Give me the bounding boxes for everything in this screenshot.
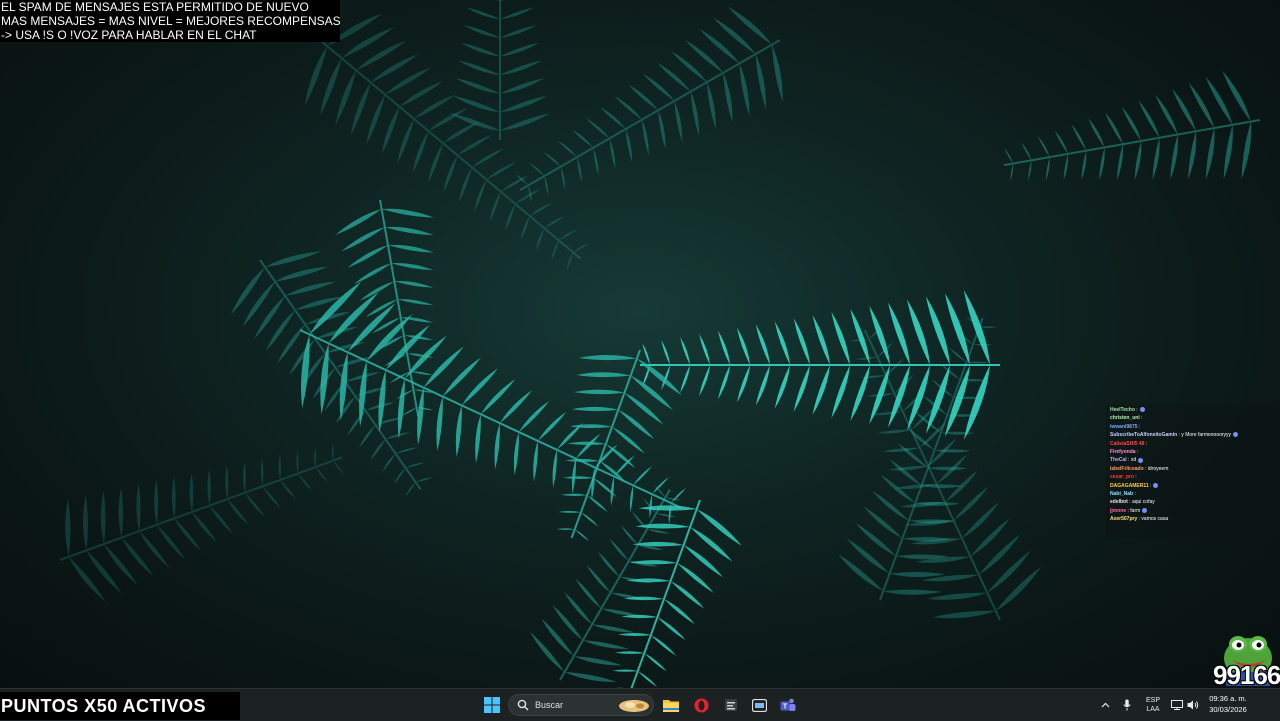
chat-text: : vamos casa: [1137, 516, 1169, 523]
counter-value: 99166: [1213, 660, 1280, 690]
overlay-line-1: EL SPAM DE MENSAJES ESTA PERMITIDO DE NU…: [1, 0, 309, 14]
chat-overlay: HeelTecho : christen_uni : iwwani9875 : Sub…: [1106, 404, 1280, 538]
chat-username: christen_uni: [1110, 415, 1140, 422]
volume-icon[interactable]: [1186, 689, 1200, 721]
chat-message: edelbot : aqui cofay: [1110, 498, 1276, 506]
windows-start-icon[interactable]: [481, 693, 503, 717]
chat-message: TheCal : xd: [1110, 456, 1276, 464]
chat-text: :: [1133, 491, 1136, 498]
emote-icon: [1142, 508, 1148, 514]
chat-message: HeelTecho :: [1110, 406, 1276, 414]
search-placeholder: Buscar: [535, 700, 564, 710]
chat-message: CalistaSHI5 48 :: [1110, 440, 1276, 448]
chat-message: labelFrliceado : idroyeem: [1110, 465, 1276, 473]
chat-message: cesar_pro :: [1110, 473, 1276, 481]
chat-text: :: [1139, 415, 1143, 422]
chat-username: CalistaSHI5 48: [1110, 440, 1145, 447]
chat-text: :: [1134, 407, 1138, 413]
chat-text: :: [1137, 423, 1141, 430]
chat-message: Nabi_Nab :: [1110, 490, 1276, 498]
chat-username: HeelTecho: [1110, 407, 1135, 413]
chat-text: :: [1148, 482, 1152, 489]
emote-icon: [1139, 407, 1145, 413]
chat-text: :: [1144, 440, 1148, 447]
chat-text: : aqui cofay: [1127, 499, 1155, 506]
language-code: ESP: [1145, 697, 1160, 704]
emote-icon: [1153, 482, 1159, 488]
taskbar-search-box[interactable]: Buscar: [508, 694, 654, 716]
search-highlight-image: [619, 700, 649, 712]
chat-text: :: [1135, 449, 1139, 456]
language-indicator[interactable]: ESP LAA: [1141, 689, 1165, 721]
chat-username: Firefyonda: [1110, 449, 1136, 456]
teams-icon[interactable]: T: [778, 693, 798, 717]
stream-rules-overlay: EL SPAM DE MENSAJES ESTA PERMITIDO DE NU…: [0, 0, 341, 42]
chat-username: edelbot: [1110, 499, 1128, 506]
chat-text: : y More farmeooooryyy: [1177, 432, 1232, 439]
points-banner: PUNTOS X50 ACTIVOS: [0, 692, 240, 720]
opera-icon[interactable]: [691, 693, 711, 717]
system-clock[interactable]: 09:36 a. m. 30/03/2026: [1202, 693, 1254, 715]
chat-username: Axer507pry: [1110, 516, 1138, 523]
clock-time: 09:36 a. m.: [1209, 694, 1247, 703]
overlay-line-2: MAS MENSAJES = MAS NIVEL = MEJORES RECOM…: [1, 14, 341, 28]
chat-text: :: [1133, 474, 1137, 481]
chat-username: labelFrliceado: [1110, 465, 1144, 472]
fern-wallpaper-image: [59, 0, 1261, 688]
chat-message: SubscribeToAlfonsitoGamin : y More farme…: [1110, 431, 1276, 439]
chat-username: cesar_pro: [1110, 474, 1134, 481]
chat-message: jjmnne : farm: [1110, 507, 1276, 515]
emote-icon: [1138, 457, 1144, 463]
search-icon: [517, 699, 529, 711]
chat-username: SubscribeToAlfonsitoGamin: [1110, 432, 1178, 439]
chat-username: Nabi_Nab: [1110, 491, 1134, 498]
app-icon-2[interactable]: [749, 693, 769, 717]
chat-text: : farm: [1126, 507, 1141, 514]
desktop-wallpaper: [0, 0, 1280, 688]
chat-message: DAGAGAMER11 :: [1110, 482, 1276, 490]
network-icon[interactable]: [1170, 689, 1184, 721]
svg-text:T: T: [783, 703, 788, 710]
clock-date: 30/03/2026: [1209, 705, 1247, 714]
chat-username: DAGAGAMER11: [1110, 482, 1149, 489]
chat-text: : xd: [1126, 457, 1137, 464]
app-icon[interactable]: [721, 693, 741, 717]
overlay-line-3: -> USA !S O !VOZ PARA HABLAR EN EL CHAT: [1, 28, 257, 42]
emote-icon: [1233, 432, 1239, 438]
chat-message: iwwani9875 :: [1110, 423, 1276, 431]
chat-username: iwwani9875: [1110, 423, 1138, 430]
chat-message: Axer507pry : vamos casa: [1110, 515, 1276, 523]
language-layout: LAA: [1146, 706, 1160, 713]
chat-username: TheCal: [1110, 457, 1127, 464]
file-explorer-icon[interactable]: [661, 693, 681, 717]
chat-message: Firefyonda :: [1110, 448, 1276, 456]
microphone-icon[interactable]: [1120, 689, 1134, 721]
chat-message: christen_uni :: [1110, 414, 1276, 422]
chevron-up-icon[interactable]: [1098, 689, 1112, 721]
chat-username: jjmnne: [1110, 507, 1127, 514]
chat-text: : idroyeem: [1143, 465, 1169, 472]
